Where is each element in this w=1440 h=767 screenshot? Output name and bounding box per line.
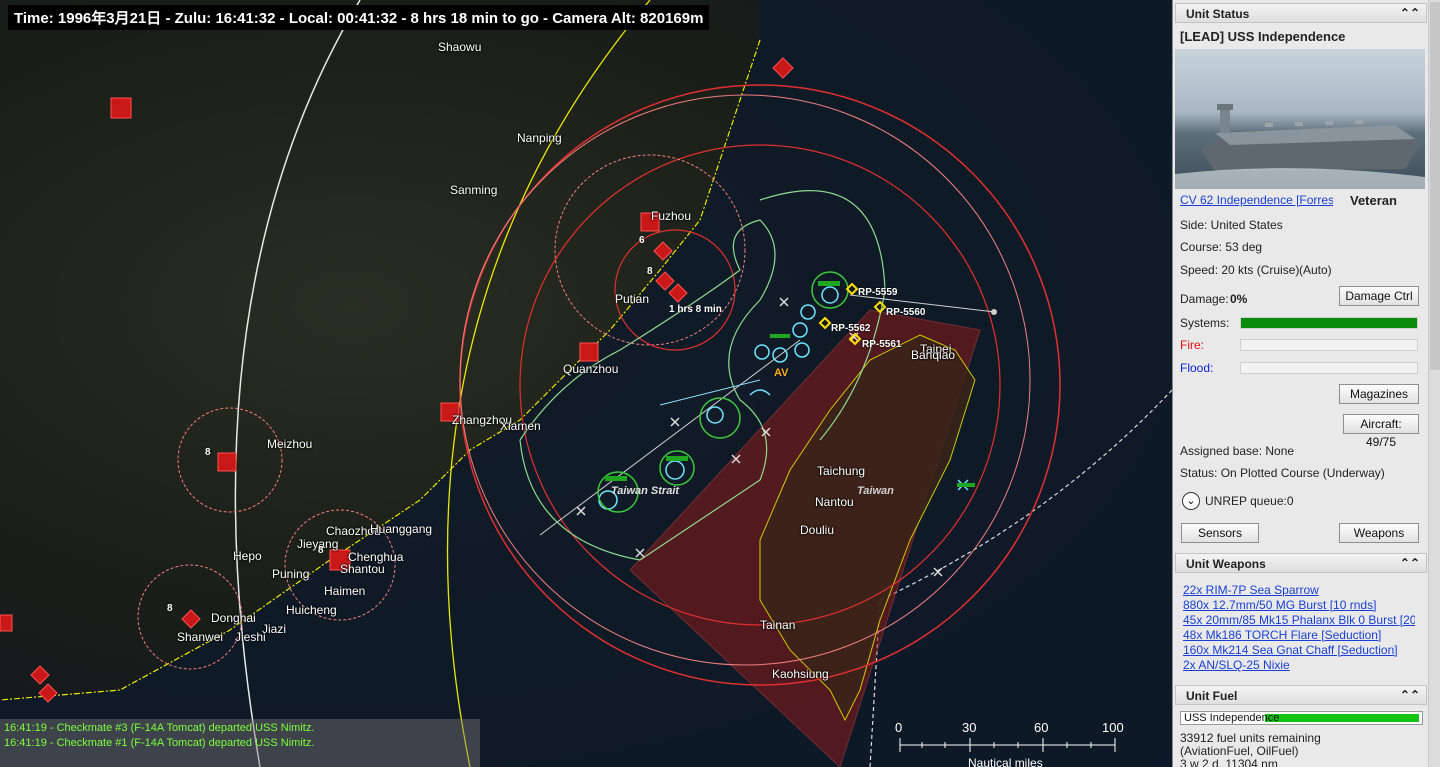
collapse-icon[interactable]: ⌃⌃ <box>1400 556 1420 570</box>
section-title: Unit Weapons <box>1186 557 1266 571</box>
city-label: Hepo <box>233 549 262 563</box>
systems-label: Systems: <box>1180 316 1230 330</box>
log-entry: 16:41:19 - Checkmate #1 (F-14A Tomcat) d… <box>4 737 315 749</box>
flood-label: Flood: <box>1180 361 1214 375</box>
scale-tick-label: 100 <box>1102 720 1124 735</box>
city-label: Taichung <box>817 464 866 478</box>
section-title: Unit Status <box>1186 7 1250 21</box>
unit-status-label: Status: On Plotted Course (Underway) <box>1180 466 1385 480</box>
city-label: Sanming <box>450 183 498 197</box>
weapon-link[interactable]: 2x AN/SLQ-25 Nixie <box>1183 658 1415 672</box>
city-label: Fuzhou <box>651 209 692 223</box>
city-label: Quanzhou <box>563 362 619 376</box>
unit-tag-av: AV <box>774 367 789 379</box>
scale-unit-label: Nautical miles <box>968 756 1043 767</box>
aircraft-button[interactable]: Aircraft: 49/75 <box>1343 414 1419 449</box>
city-label: Meizhou <box>267 437 313 451</box>
fire-bar <box>1240 339 1418 351</box>
scale-tick-label: 60 <box>1034 720 1049 735</box>
fuel-bar: USS Independence <box>1180 711 1423 725</box>
city-label: Xiamen <box>500 419 541 433</box>
speed-mode-label: (Auto) <box>1299 263 1332 277</box>
weapon-link[interactable]: 45x 20mm/85 Mk15 Phalanx Blk 0 Burst [20… <box>1183 613 1415 627</box>
unit-count-label: 8 <box>167 603 173 614</box>
city-label: Puning <box>272 567 310 581</box>
app-window: Time: 1996年3月21日 - Zulu: 16:41:32 - Loca… <box>0 0 1440 767</box>
flood-bar <box>1240 362 1418 374</box>
collapse-icon[interactable]: ⌃⌃ <box>1400 6 1420 20</box>
city-label: Banqiao <box>911 348 956 362</box>
speed-label: Speed: 20 kts (Cruise) <box>1180 263 1300 277</box>
fuel-bar-fill <box>1265 714 1419 722</box>
section-title: Unit Fuel <box>1186 689 1238 703</box>
fuel-remaining-label: 33912 fuel units remaining <box>1180 731 1321 745</box>
sensors-button[interactable]: Sensors <box>1181 523 1259 543</box>
fuel-endurance-label: 3 w 2 d, 11304 nm <box>1180 757 1278 767</box>
city-label: Nantou <box>815 495 854 509</box>
damage-control-button[interactable]: Damage Ctrl <box>1339 286 1419 306</box>
unit-info-panel: Unit Status ⌃⌃ [LEAD] USS Independence C… <box>1172 0 1440 767</box>
city-label: Jieshi <box>235 630 266 644</box>
city-label: Putian <box>615 292 650 306</box>
game-status-bar: Time: 1996年3月21日 - Zulu: 16:41:32 - Loca… <box>8 5 710 30</box>
city-label: Tainan <box>760 618 796 632</box>
fuel-unit-name: USS Independence <box>1184 712 1280 724</box>
assigned-base-label: Assigned base: None <box>1180 444 1295 458</box>
city-label: Kaohsiung <box>772 667 829 681</box>
city-label: Douliu <box>800 523 835 537</box>
unit-count-label: 8 <box>205 447 211 458</box>
reference-point-label[interactable]: RP-5560 <box>886 307 925 318</box>
weapon-link[interactable]: 22x RIM-7P Sea Sparrow <box>1183 583 1415 597</box>
city-label: Shanwei <box>177 630 224 644</box>
scale-tick-label: 30 <box>962 720 977 735</box>
city-label: Huicheng <box>286 603 337 617</box>
tactical-map[interactable]: Time: 1996年3月21日 - Zulu: 16:41:32 - Loca… <box>0 0 1172 767</box>
unrep-queue-label: UNREP queue:0 <box>1205 494 1294 508</box>
city-label: Nanping <box>517 131 562 145</box>
collapse-icon[interactable]: ⌃⌃ <box>1400 688 1420 702</box>
magazines-button[interactable]: Magazines <box>1339 384 1419 404</box>
city-label: Donghai <box>211 611 256 625</box>
scrollbar-thumb[interactable] <box>1430 2 1440 370</box>
region-label-strait: Taiwan Strait <box>611 485 680 497</box>
unit-photo <box>1175 49 1425 189</box>
unit-fuel-header[interactable]: Unit Fuel ⌃⌃ <box>1175 685 1427 705</box>
course-label: Course: 53 deg <box>1180 240 1263 254</box>
unrep-expand-icon[interactable]: ⌄ <box>1182 492 1200 510</box>
city-label: Shaowu <box>438 40 482 54</box>
reference-point-label[interactable]: RP-5559 <box>858 287 897 298</box>
weapons-button[interactable]: Weapons <box>1339 523 1419 543</box>
city-label: Haimen <box>324 584 366 598</box>
weapon-link[interactable]: 48x Mk186 TORCH Flare [Seduction] <box>1183 628 1415 642</box>
fire-label: Fire: <box>1180 338 1204 352</box>
proficiency-label: Veteran <box>1350 193 1397 208</box>
unit-status-header[interactable]: Unit Status ⌃⌃ <box>1175 3 1427 23</box>
systems-bar <box>1240 317 1418 329</box>
fuel-types-label: (AviationFuel, OilFuel) <box>1180 744 1299 758</box>
city-label: Huanggang <box>370 522 433 536</box>
city-label: Shantou <box>340 562 385 576</box>
reference-point-label[interactable]: RP-5562 <box>831 323 870 334</box>
map-scale: 0 30 60 100 Nautical miles <box>890 720 1130 767</box>
unit-count-label: 8 <box>318 545 324 556</box>
map-overlay <box>0 0 1172 767</box>
unit-class-link[interactable]: CV 62 Independence [Forrestal Class] <box>1180 193 1333 207</box>
reference-point-label[interactable]: RP-5561 <box>862 339 901 350</box>
unit-title: [LEAD] USS Independence <box>1180 29 1346 44</box>
damage-label: Damage: <box>1180 292 1229 306</box>
scale-tick-label: 0 <box>895 720 903 735</box>
eta-label: 1 hrs 8 min <box>669 304 722 315</box>
panel-scrollbar[interactable] <box>1428 0 1440 767</box>
weapon-link[interactable]: 880x 12.7mm/50 MG Burst [10 rnds] <box>1183 598 1415 612</box>
log-entry: 16:41:19 - Checkmate #3 (F-14A Tomcat) d… <box>4 722 315 734</box>
region-label-taiwan: Taiwan <box>857 485 894 497</box>
unit-count-label: 8 <box>647 266 653 277</box>
side-label: Side: United States <box>1180 218 1283 232</box>
unit-count-label: 6 <box>639 235 645 246</box>
systems-bar-fill <box>1241 318 1417 328</box>
weapon-link[interactable]: 160x Mk214 Sea Gnat Chaff [Seduction] <box>1183 643 1415 657</box>
message-log[interactable]: 16:41:19 - Checkmate #3 (F-14A Tomcat) d… <box>0 719 480 767</box>
damage-value: 0% <box>1230 292 1248 306</box>
unit-weapons-header[interactable]: Unit Weapons ⌃⌃ <box>1175 553 1427 573</box>
